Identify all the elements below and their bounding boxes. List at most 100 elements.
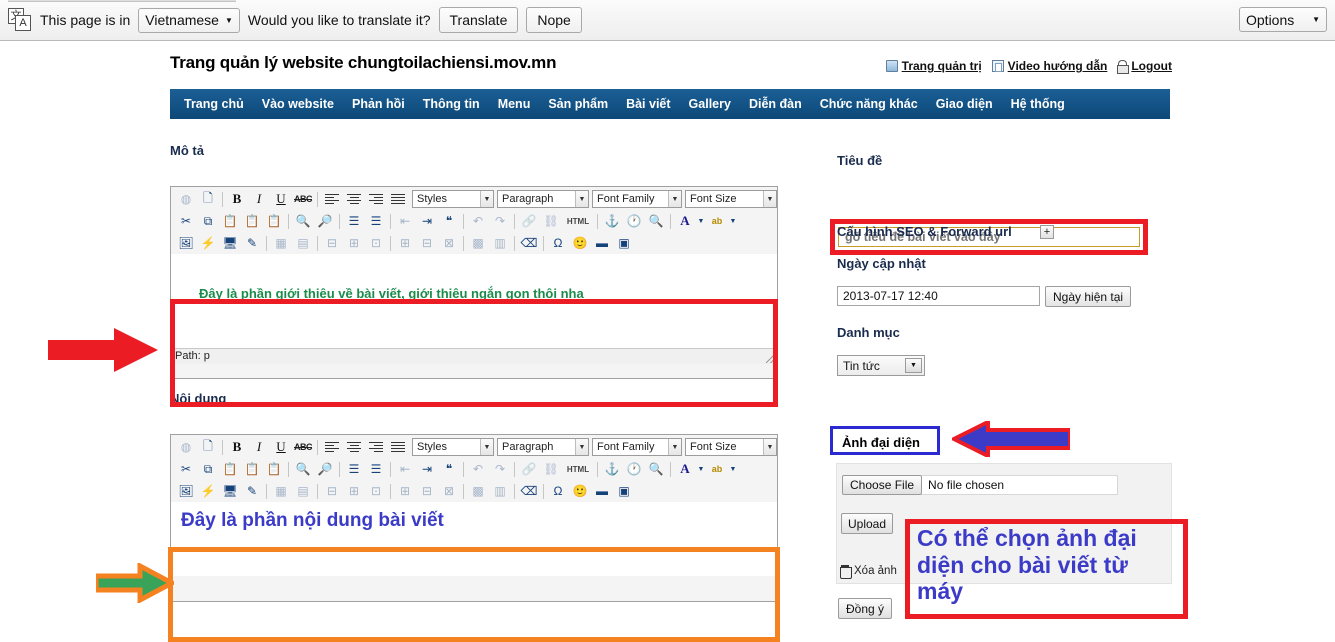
cleanup-icon[interactable]: ⌫ — [518, 233, 540, 253]
col-after-icon[interactable]: ⊟ — [416, 481, 438, 501]
align-center-icon[interactable] — [343, 189, 365, 209]
split-cells-icon[interactable]: ▥ — [489, 233, 511, 253]
styles-select[interactable]: Styles ▼ — [412, 190, 494, 208]
dong-y-button[interactable]: Đồng ý — [838, 598, 893, 619]
nav-item-trang-chu[interactable]: Trang chủ — [175, 89, 253, 119]
paragraph-select[interactable]: Paragraph ▼ — [497, 438, 589, 456]
italic-icon[interactable]: I — [248, 437, 270, 457]
font-size-select[interactable]: Font Size ▼ — [685, 438, 777, 456]
table-props-icon[interactable]: ▤ — [292, 233, 314, 253]
delete-col-icon[interactable]: ⊠ — [438, 233, 460, 253]
charmap-icon[interactable]: Ω — [547, 481, 569, 501]
header-link-video[interactable]: Video hướng dẫn — [991, 59, 1107, 73]
forecolor-icon[interactable]: A — [674, 211, 696, 231]
indent-icon[interactable]: ⇥ — [416, 211, 438, 231]
undo-icon[interactable]: ↶ — [467, 211, 489, 231]
bullet-list-icon[interactable]: ☰ — [343, 459, 365, 479]
numbered-list-icon[interactable]: ☰ — [365, 459, 387, 479]
redo-icon[interactable]: ↷ — [489, 211, 511, 231]
clock-icon[interactable]: 🕐 — [623, 211, 645, 231]
align-justify-icon[interactable] — [387, 437, 409, 457]
edit-icon[interactable]: ✎ — [241, 481, 263, 501]
font-family-select[interactable]: Font Family ▼ — [592, 438, 682, 456]
seo-expand-button[interactable]: + — [1040, 225, 1054, 239]
align-left-icon[interactable] — [321, 189, 343, 209]
nav-item-giao-dien[interactable]: Giao diện — [927, 89, 1002, 119]
resize-grip[interactable] — [766, 354, 775, 363]
link-icon[interactable]: 🔗 — [518, 211, 540, 231]
backcolor-icon[interactable]: ab — [706, 459, 728, 479]
unlink-icon[interactable]: ⛓ — [540, 211, 562, 231]
clock-icon[interactable]: 🕐 — [623, 459, 645, 479]
fullpage-icon[interactable]: ▣ — [613, 481, 635, 501]
row-before-icon[interactable]: ⊞ — [343, 233, 365, 253]
reset-icon[interactable]: ◍ — [175, 189, 197, 209]
bold-icon[interactable]: B — [226, 437, 248, 457]
undo-icon[interactable]: ↶ — [467, 459, 489, 479]
nav-item-san-pham[interactable]: Sản phẩm — [539, 89, 617, 119]
paste-word-icon[interactable]: 📋 — [263, 459, 285, 479]
media-icon[interactable]: 🖥 — [219, 233, 241, 253]
fullpage-icon[interactable]: ▣ — [613, 233, 635, 253]
table-props-icon[interactable]: ▤ — [292, 481, 314, 501]
row-before-icon[interactable]: ⊞ — [343, 481, 365, 501]
ngay-cap-nhat-input[interactable] — [837, 286, 1040, 306]
image-icon[interactable]: 🖼 — [175, 233, 197, 253]
link-icon[interactable]: 🔗 — [518, 459, 540, 479]
paragraph-select[interactable]: Paragraph ▼ — [497, 190, 589, 208]
unlink-icon[interactable]: ⛓ — [540, 459, 562, 479]
blockquote-icon[interactable]: ❝ — [438, 211, 460, 231]
row-after-icon[interactable]: ⊡ — [365, 233, 387, 253]
flash-icon[interactable]: ⚡ — [197, 233, 219, 253]
col-before-icon[interactable]: ⊞ — [394, 233, 416, 253]
merge-cells-icon[interactable]: ▩ — [467, 481, 489, 501]
language-select[interactable]: Vietnamese ▼ — [138, 7, 240, 33]
hr-icon[interactable]: ▬ — [591, 233, 613, 253]
paste-text-icon[interactable]: 📋 — [241, 459, 263, 479]
col-after-icon[interactable]: ⊟ — [416, 233, 438, 253]
col-before-icon[interactable]: ⊞ — [394, 481, 416, 501]
row-props-icon[interactable]: ⊟ — [321, 481, 343, 501]
danh-muc-select[interactable]: Tin tức ▼ — [837, 355, 925, 376]
bold-icon[interactable]: B — [226, 189, 248, 209]
find-icon[interactable]: 🔍 — [292, 211, 314, 231]
cut-icon[interactable]: ✂ — [175, 211, 197, 231]
bullet-list-icon[interactable]: ☰ — [343, 211, 365, 231]
cut-icon[interactable]: ✂ — [175, 459, 197, 479]
paste-word-icon[interactable]: 📋 — [263, 211, 285, 231]
strikethrough-icon[interactable]: ABC — [292, 189, 314, 209]
align-right-icon[interactable] — [365, 437, 387, 457]
align-justify-icon[interactable] — [387, 189, 409, 209]
nav-item-vao-website[interactable]: Vào website — [253, 89, 343, 119]
new-document-icon[interactable]: 🗋 — [197, 189, 219, 209]
header-link-admin[interactable]: Trang quản trị — [885, 59, 982, 73]
edit-icon[interactable]: ✎ — [241, 233, 263, 253]
nav-item-phan-hoi[interactable]: Phản hồi — [343, 89, 414, 119]
editor-content-noi-dung[interactable]: Đây là phần nội dung bài viết — [171, 502, 777, 576]
hr-icon[interactable]: ▬ — [591, 481, 613, 501]
paste-text-icon[interactable]: 📋 — [241, 211, 263, 231]
italic-icon[interactable]: I — [248, 189, 270, 209]
blockquote-icon[interactable]: ❝ — [438, 459, 460, 479]
underline-icon[interactable]: U — [270, 437, 292, 457]
font-family-select[interactable]: Font Family ▼ — [592, 190, 682, 208]
cleanup-icon[interactable]: ⌫ — [518, 481, 540, 501]
anchor-icon[interactable]: ⚓ — [601, 459, 623, 479]
underline-icon[interactable]: U — [270, 189, 292, 209]
forecolor-chevron-icon[interactable]: ▼ — [696, 459, 706, 479]
emoticon-icon[interactable]: 🙂 — [569, 481, 591, 501]
preview-icon[interactable]: 🔍 — [645, 211, 667, 231]
preview-icon[interactable]: 🔍 — [645, 459, 667, 479]
editor-content-mo-ta[interactable]: Đây là phần giới thiệu về bài viết, giới… — [171, 254, 777, 348]
html-icon[interactable]: HTML — [562, 459, 594, 479]
align-center-icon[interactable] — [343, 437, 365, 457]
backcolor-icon[interactable]: ab — [706, 211, 728, 231]
ngay-hien-tai-button[interactable]: Ngày hiện tại — [1045, 286, 1132, 307]
align-right-icon[interactable] — [365, 189, 387, 209]
choose-file-button[interactable]: Choose File — [842, 475, 923, 495]
file-input-row[interactable]: Choose File No file chosen — [842, 475, 1119, 495]
outdent-icon[interactable]: ⇤ — [394, 459, 416, 479]
options-button[interactable]: Options ▼ — [1239, 7, 1327, 32]
find-icon[interactable]: 🔍 — [292, 459, 314, 479]
table-icon[interactable]: ▦ — [270, 233, 292, 253]
